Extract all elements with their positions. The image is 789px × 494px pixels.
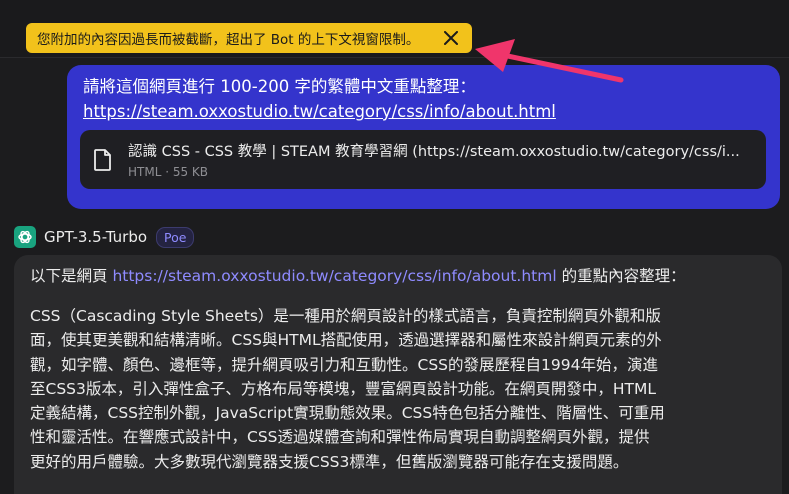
attachment-meta: HTML · 55 KB	[128, 165, 209, 179]
user-message-bubble: 請將這個網頁進行 100-200 字的繁體中文重點整理： https://ste…	[67, 65, 780, 209]
close-icon[interactable]	[440, 27, 462, 49]
summary-line: CSS（Cascading Style Sheets）是一種用於網頁設計的樣式語…	[30, 307, 661, 325]
truncation-warning-toast: 您附加的內容因過長而被截斷，超出了 Bot 的上下文視窗限制。	[26, 23, 472, 53]
summary-line: 性和靈活性。在響應式設計中，CSS透過媒體查詢和彈性佈局實現自動調整網頁外觀，提…	[30, 428, 650, 447]
bot-intro: 以下是網頁 https://steam.oxxostudio.tw/catego…	[30, 264, 766, 288]
attachment-title: 認識 CSS - CSS 教學 | STEAM 教育學習網 (https://s…	[128, 144, 740, 160]
summary-line: 定義結構，CSS控制外觀，JavaScript實現動態效果。CSS特色包括分離性…	[30, 404, 665, 423]
summary-line: 觀，如字體、顏色、邊框等，提升網頁吸引力和互動性。CSS的發展歷程自1994年始…	[30, 355, 658, 374]
bot-platform-badge: Poe	[156, 226, 195, 248]
file-icon	[94, 148, 112, 171]
toast-message: 您附加的內容因過長而被截斷，超出了 Bot 的上下文視窗限制。	[37, 32, 420, 48]
top-divider	[0, 57, 789, 58]
bot-name[interactable]: GPT-3.5-Turbo	[44, 228, 147, 246]
user-message-link[interactable]: https://steam.oxxostudio.tw/category/css…	[83, 99, 556, 125]
bot-summary-paragraph: CSS（Cascading Style Sheets）是一種用於網頁設計的樣式語…	[30, 304, 766, 474]
summary-line: 面，使其更美觀和結構清晰。CSS與HTML搭配使用，透過選擇器和屬性來設計網頁元…	[30, 331, 662, 350]
bot-message-bubble: 以下是網頁 https://steam.oxxostudio.tw/catego…	[14, 255, 782, 494]
bot-intro-suffix: 的重點內容整理：	[556, 267, 686, 285]
attachment-card[interactable]: 認識 CSS - CSS 教學 | STEAM 教育學習網 (https://s…	[80, 130, 766, 189]
summary-line: 至CSS3版本，引入彈性盒子、方格布局等模塊，豐富網頁設計功能。在網頁開發中，H…	[30, 379, 656, 398]
summary-line: 更好的用戶體驗。大多數現代瀏覽器支援CSS3標準，但舊版瀏覽器可能存在支援問題。	[30, 452, 629, 471]
openai-logo-icon[interactable]	[14, 226, 36, 248]
user-message-text: 請將這個網頁進行 100-200 字的繁體中文重點整理：	[83, 77, 476, 96]
bot-header: GPT-3.5-Turbo Poe	[14, 224, 195, 250]
bot-intro-link[interactable]: https://steam.oxxostudio.tw/category/css…	[112, 267, 556, 285]
bot-intro-prefix: 以下是網頁	[30, 267, 113, 285]
